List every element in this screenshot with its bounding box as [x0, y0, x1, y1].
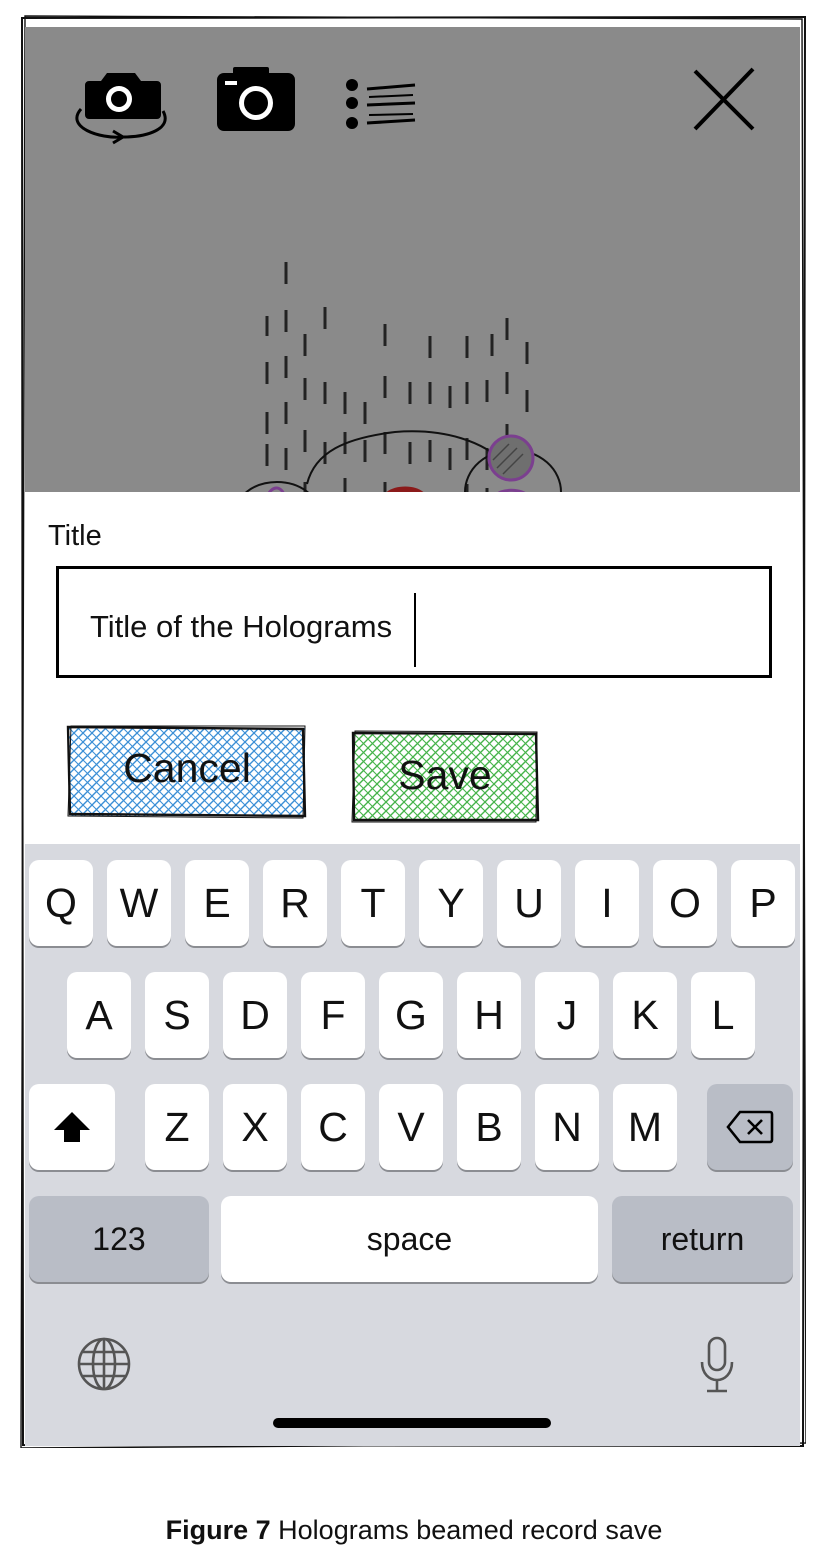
home-indicator — [273, 1418, 551, 1428]
key-j[interactable]: J — [535, 972, 599, 1058]
save-button-label: Save — [398, 752, 492, 798]
key-o[interactable]: O — [653, 860, 717, 946]
figure-caption-text: Holograms beamed record save — [278, 1515, 663, 1545]
key-w[interactable]: W — [107, 860, 171, 946]
key-a[interactable]: A — [67, 972, 131, 1058]
camera-icon[interactable] — [217, 67, 295, 133]
key-q[interactable]: Q — [29, 860, 93, 946]
key-s[interactable]: S — [145, 972, 209, 1058]
title-input-value: Title of the Holograms — [90, 609, 393, 644]
key-u[interactable]: U — [497, 860, 561, 946]
key-c[interactable]: C — [301, 1084, 365, 1170]
space-key[interactable]: space — [221, 1196, 598, 1282]
key-t[interactable]: T — [341, 860, 405, 946]
numbers-key[interactable]: 123 — [29, 1196, 209, 1282]
key-h[interactable]: H — [457, 972, 521, 1058]
key-y[interactable]: Y — [419, 860, 483, 946]
key-e[interactable]: E — [185, 860, 249, 946]
shift-icon — [54, 1112, 90, 1142]
key-d[interactable]: D — [223, 972, 287, 1058]
key-z[interactable]: Z — [145, 1084, 209, 1170]
key-v[interactable]: V — [379, 1084, 443, 1170]
close-icon[interactable] — [691, 67, 757, 133]
globe-icon[interactable] — [76, 1336, 132, 1392]
save-button[interactable]: Save — [350, 730, 540, 824]
key-i[interactable]: I — [575, 860, 639, 946]
keyboard: QWERTYUIOP ASDFGHJKL ZXCVBNM 123 space r… — [25, 844, 800, 1446]
key-n[interactable]: N — [535, 1084, 599, 1170]
key-g[interactable]: G — [379, 972, 443, 1058]
cancel-button-label: Cancel — [123, 745, 251, 791]
title-input[interactable]: Title of the Holograms — [56, 566, 772, 678]
camera-switch-icon[interactable] — [69, 67, 173, 151]
list-icon[interactable] — [343, 75, 419, 135]
shift-key[interactable] — [29, 1084, 115, 1170]
microphone-icon[interactable] — [699, 1336, 735, 1394]
key-p[interactable]: P — [731, 860, 795, 946]
backspace-icon — [726, 1110, 774, 1144]
key-f[interactable]: F — [301, 972, 365, 1058]
key-b[interactable]: B — [457, 1084, 521, 1170]
figure-caption-label: Figure 7 — [165, 1515, 271, 1545]
save-sheet: Title Title of the Holograms Cancel Save — [25, 492, 800, 844]
camera-view — [25, 27, 800, 492]
figure-caption: Figure 7 Holograms beamed record save — [0, 1515, 828, 1546]
key-r[interactable]: R — [263, 860, 327, 946]
key-m[interactable]: M — [613, 1084, 677, 1170]
key-l[interactable]: L — [691, 972, 755, 1058]
title-label: Title — [48, 520, 102, 552]
text-cursor — [414, 593, 416, 667]
hologram-sketch — [244, 262, 562, 492]
backspace-key[interactable] — [707, 1084, 793, 1170]
key-x[interactable]: X — [223, 1084, 287, 1170]
return-key[interactable]: return — [612, 1196, 793, 1282]
cancel-button[interactable]: Cancel — [65, 724, 309, 820]
key-k[interactable]: K — [613, 972, 677, 1058]
